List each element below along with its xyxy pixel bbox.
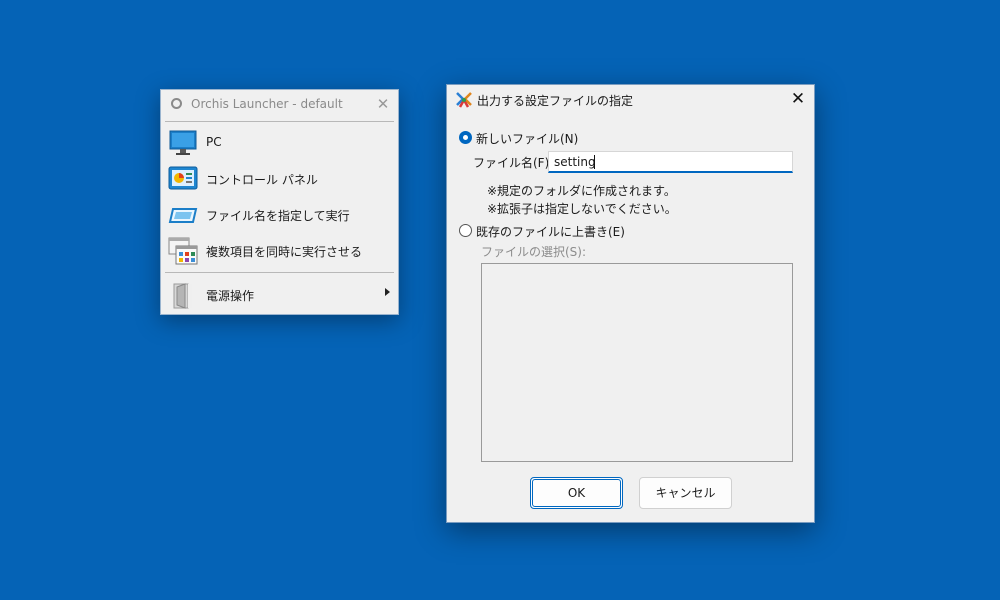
text-caret [594,155,595,169]
filename-label: ファイル名(F): [473,156,554,170]
launcher-title: Orchis Launcher - default [191,97,343,111]
menu-item-label: 電源操作 [206,289,255,303]
monitor-icon [169,130,197,155]
new-file-radio[interactable] [459,131,472,144]
output-settings-dialog: 出力する設定ファイルの指定 ✕ 新しいファイル(N) ファイル名(F): set… [446,84,815,523]
menu-item-label: ファイル名を指定して実行 [206,209,350,223]
filename-input-value: setting [554,155,596,169]
dialog-close-icon[interactable]: ✕ [790,89,806,109]
launcher-window: Orchis Launcher - default ✕ PC コントロール パネ… [160,89,399,315]
app-icon [456,92,472,108]
overwrite-radio[interactable] [459,224,472,237]
filename-input[interactable]: setting [548,151,793,173]
run-icon [168,208,198,223]
launcher-divider [165,121,394,122]
launcher-close-icon[interactable]: ✕ [376,95,390,113]
launcher-app-icon [171,98,182,109]
overwrite-radio-label: 既存のファイルに上書き(E) [476,225,625,239]
note-default-folder: ※規定のフォルダに作成されます。 [487,184,676,198]
file-select-list[interactable] [481,263,793,462]
menu-item-multi-run[interactable]: 複数項目を同時に実行させる [165,234,394,268]
dialog-titlebar[interactable]: 出力する設定ファイルの指定 ✕ [447,85,814,115]
cancel-button[interactable]: キャンセル [639,477,732,509]
file-select-label: ファイルの選択(S): [481,245,587,259]
launcher-divider [165,272,394,273]
menu-item-pc[interactable]: PC [165,126,394,160]
power-icon [173,283,192,309]
menu-item-power[interactable]: 電源操作 [165,278,394,312]
menu-item-control-panel[interactable]: コントロール パネル [165,162,394,196]
menu-item-label: コントロール パネル [206,173,318,187]
note-no-extension: ※拡張子は指定しないでください。 [487,202,677,216]
control-panel-icon [168,166,198,190]
launcher-titlebar[interactable]: Orchis Launcher - default ✕ [161,90,398,120]
menu-item-run[interactable]: ファイル名を指定して実行 [165,198,394,232]
submenu-arrow-icon [385,288,390,296]
multi-run-icon [168,237,198,265]
new-file-radio-label: 新しいファイル(N) [476,132,579,146]
dialog-title: 出力する設定ファイルの指定 [477,94,634,108]
menu-item-label: 複数項目を同時に実行させる [206,245,363,259]
menu-item-label: PC [206,135,222,149]
ok-button[interactable]: OK [530,477,623,509]
